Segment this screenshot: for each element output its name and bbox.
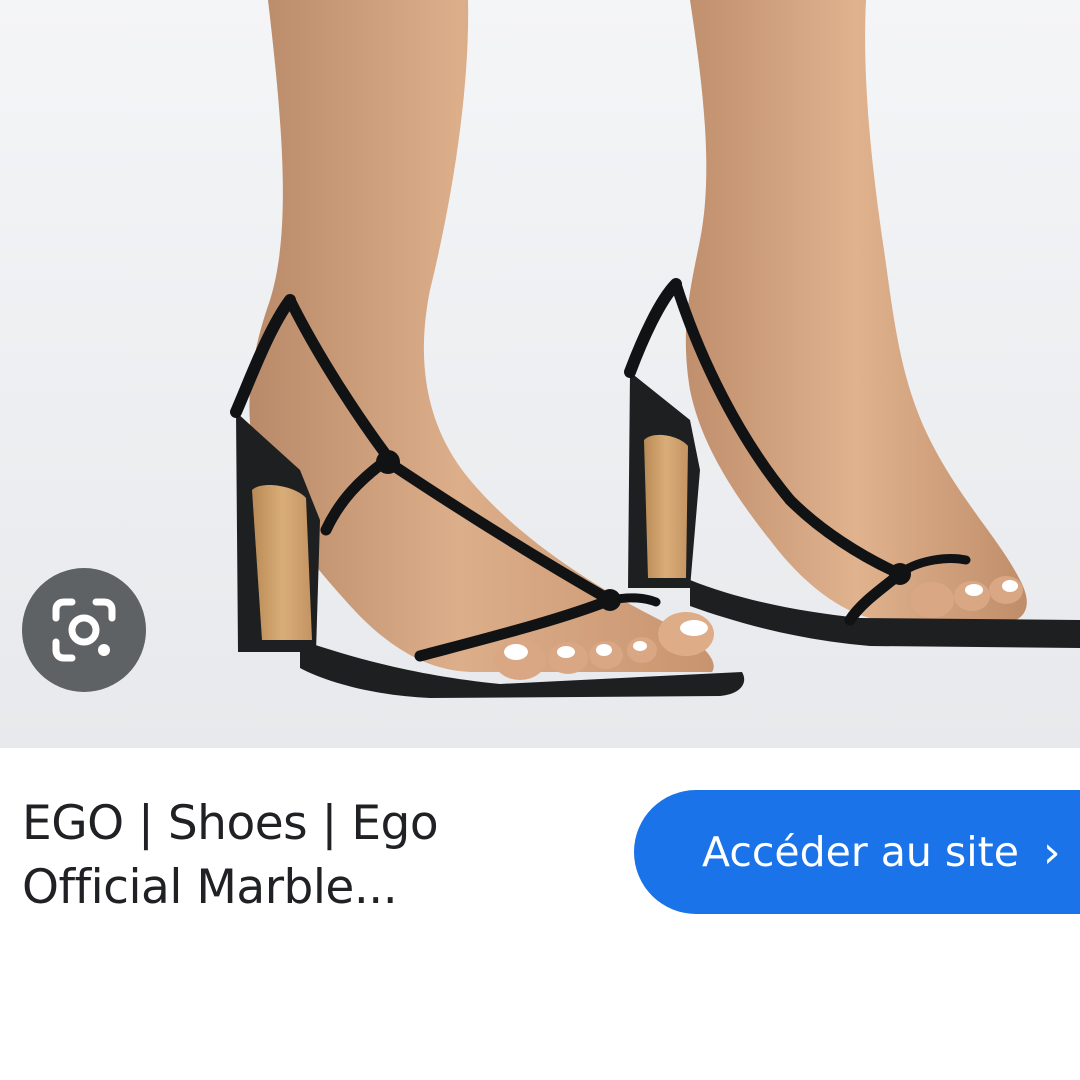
chevron-right-icon: › (1042, 826, 1061, 878)
result-title-line-2: Official Marble... (22, 860, 398, 915)
visit-site-label: Accéder au site (702, 828, 1019, 876)
result-info-bar: EGO | Shoes | Ego Official Marble... Acc… (0, 748, 1080, 1080)
result-title[interactable]: EGO | Shoes | Ego Official Marble... (22, 792, 582, 920)
sandals-photo (0, 0, 1080, 748)
google-lens-button[interactable] (22, 568, 146, 692)
image-result-screen: EGO | Shoes | Ego Official Marble... Acc… (0, 0, 1080, 1080)
product-image[interactable] (0, 0, 1080, 748)
google-lens-icon (52, 598, 116, 662)
visit-site-button[interactable]: Accéder au site › (634, 790, 1080, 914)
result-title-line-1: EGO | Shoes | Ego (22, 796, 439, 851)
